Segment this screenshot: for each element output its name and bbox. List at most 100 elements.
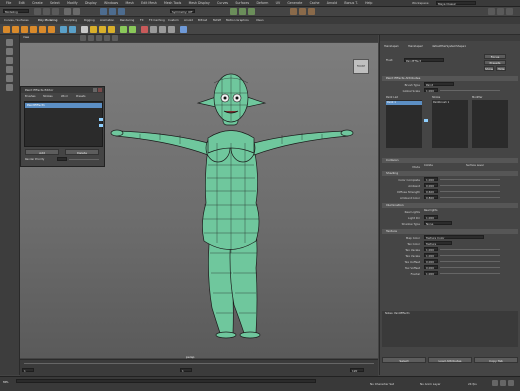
extrude-icon[interactable] (90, 26, 97, 33)
scale-tool-icon[interactable] (6, 84, 13, 91)
presets-button[interactable]: Presets (484, 60, 506, 65)
freeze-transform-icon[interactable] (159, 26, 166, 33)
diffuse-field[interactable]: 0.600 (424, 189, 438, 194)
tex-voffset-slider[interactable] (440, 267, 500, 268)
paint-select-icon[interactable] (6, 57, 13, 64)
shelf-tab-animation[interactable]: Animation (100, 18, 114, 22)
shelf-tab-fx-caching[interactable]: FX Caching (149, 18, 165, 22)
symmetry-select[interactable]: Symmetry: Off (170, 9, 195, 14)
command-input[interactable] (16, 379, 316, 383)
tex-uoffset-slider[interactable] (440, 261, 500, 262)
menu-create[interactable]: Create (32, 0, 43, 6)
shelf-tab-custom[interactable]: Custom (168, 18, 179, 22)
shelf-tab-mash[interactable]: MASH (213, 18, 221, 22)
section-paint-effects[interactable]: Paint Effects Attributes (382, 76, 518, 81)
poly-cylinder-icon[interactable] (21, 26, 28, 33)
shelf-tab-poly-modeling[interactable]: Poly Modeling (38, 18, 57, 22)
render-settings-icon[interactable] (308, 8, 315, 15)
vp-menu-view[interactable]: View (23, 36, 29, 39)
map-color-field[interactable]: Texture Color (424, 235, 484, 240)
menu-modify[interactable]: Modify (67, 0, 78, 6)
poly-torus-icon[interactable] (39, 26, 46, 33)
close-icon[interactable] (98, 88, 102, 92)
shadow-type-field[interactable]: None (424, 221, 452, 226)
color-complete-field[interactable]: 1.000 (424, 177, 438, 182)
anim-layer-select[interactable]: No Anim Layer (420, 382, 441, 386)
bridge-icon[interactable] (99, 26, 106, 33)
diffuse-slider[interactable] (440, 191, 500, 192)
timeline[interactable]: 1 120 1 (20, 359, 378, 376)
channel-box-icon[interactable] (506, 8, 513, 15)
auto-key-icon[interactable] (492, 380, 498, 386)
menu-windows[interactable]: Windows (104, 0, 118, 6)
view-cube[interactable]: FRONT (353, 59, 369, 74)
render-priority-field[interactable] (57, 157, 67, 161)
delete-history-icon[interactable] (168, 26, 175, 33)
tex-vscale-slider[interactable] (440, 255, 500, 256)
smooth-shade-icon[interactable] (96, 35, 102, 41)
ambient-color-slider[interactable] (440, 197, 500, 198)
lasso-tool-icon[interactable] (6, 48, 13, 55)
menu-file[interactable]: File (6, 0, 11, 6)
move-tool-icon[interactable] (6, 66, 13, 73)
center-pivot-icon[interactable] (150, 26, 157, 33)
menu-mesh-tools[interactable]: Mesh Tools (164, 0, 181, 6)
playback-prefs-icon[interactable] (508, 380, 514, 386)
list-item[interactable]: Paint 1 (386, 101, 422, 105)
grid-toggle-icon[interactable] (112, 35, 118, 41)
node-tab-2[interactable]: Hairshape2 (408, 45, 423, 48)
show-button[interactable]: Show (484, 66, 494, 71)
menu-edit-mesh[interactable]: Edit Mesh (141, 0, 157, 6)
section-shading[interactable]: Shading (382, 171, 518, 176)
brush-type-field[interactable]: Paint (424, 82, 454, 87)
shelf-tab-rendering[interactable]: Rendering (120, 18, 134, 22)
camera-attributes-icon[interactable] (80, 35, 86, 41)
range-start-field[interactable]: 1 (22, 368, 34, 373)
uv-editor-icon[interactable] (180, 26, 187, 33)
menu-generate[interactable]: Generate (287, 0, 302, 6)
select-by-component-icon[interactable] (118, 8, 125, 15)
character-set-select[interactable]: No Character Set (370, 382, 394, 386)
undo-icon[interactable] (64, 8, 71, 15)
type-field[interactable]: PaintEffect (404, 58, 444, 63)
render-icon[interactable] (290, 8, 297, 15)
shelf-tab-curves-surfaces[interactable]: Curves / Surfaces (4, 18, 29, 22)
bevel-icon[interactable] (108, 26, 115, 33)
shelf-tab-fx[interactable]: FX (140, 18, 144, 22)
dialog-tab-presets[interactable]: Presets (76, 95, 85, 98)
rotate-tool-icon[interactable] (6, 75, 13, 82)
open-scene-icon[interactable] (43, 8, 50, 15)
shelf-tab-xgen[interactable]: XGen (256, 18, 264, 22)
dialog-tab-strokes[interactable]: Strokes (43, 95, 53, 98)
separate-icon[interactable] (69, 26, 76, 33)
modeling-toolkit-icon[interactable] (488, 8, 495, 15)
tex-voffset-field[interactable]: 0.000 (424, 265, 438, 270)
list-item[interactable]: PaintEffect1 (25, 103, 102, 108)
section-texture[interactable]: Texture (382, 229, 518, 234)
render-priority-slider[interactable] (69, 159, 99, 160)
tex-uscale-slider[interactable] (440, 249, 500, 250)
poly-sphere-icon[interactable] (3, 26, 10, 33)
node-tab-3[interactable]: defaultHairSystemShape1 (432, 45, 466, 48)
collision-mode-value[interactable]: Collide (424, 164, 433, 167)
ipr-render-icon[interactable] (299, 8, 306, 15)
ambient-field[interactable]: 0.000 (424, 183, 438, 188)
time-slider-track[interactable] (24, 363, 374, 364)
menu-arnold[interactable]: Arnold (327, 0, 337, 6)
shelf-tab-motion-graphics[interactable]: Motion Graphics (226, 18, 249, 22)
current-frame-field[interactable]: 1 (180, 368, 192, 373)
save-scene-icon[interactable] (52, 8, 59, 15)
focus-button[interactable]: Focus (484, 54, 506, 59)
collision-extra-value[interactable]: Surface Level (466, 164, 484, 167)
paint-list[interactable]: Paint 1 (386, 100, 422, 148)
global-scale-slider[interactable] (440, 90, 500, 91)
menu-help[interactable]: Help (365, 0, 372, 6)
arrow-right-icon[interactable] (99, 118, 103, 121)
copy-tab-button[interactable]: Copy Tab (474, 357, 518, 363)
shelf-tab-bifrost[interactable]: Bifrost (198, 18, 207, 22)
ambient-color-field[interactable]: 0.800 (424, 195, 438, 200)
select-button[interactable]: Select (382, 357, 426, 363)
xray-icon[interactable] (104, 35, 110, 41)
add-button[interactable]: Add (25, 149, 59, 155)
tex-vscale-field[interactable]: 1.000 (424, 253, 438, 258)
